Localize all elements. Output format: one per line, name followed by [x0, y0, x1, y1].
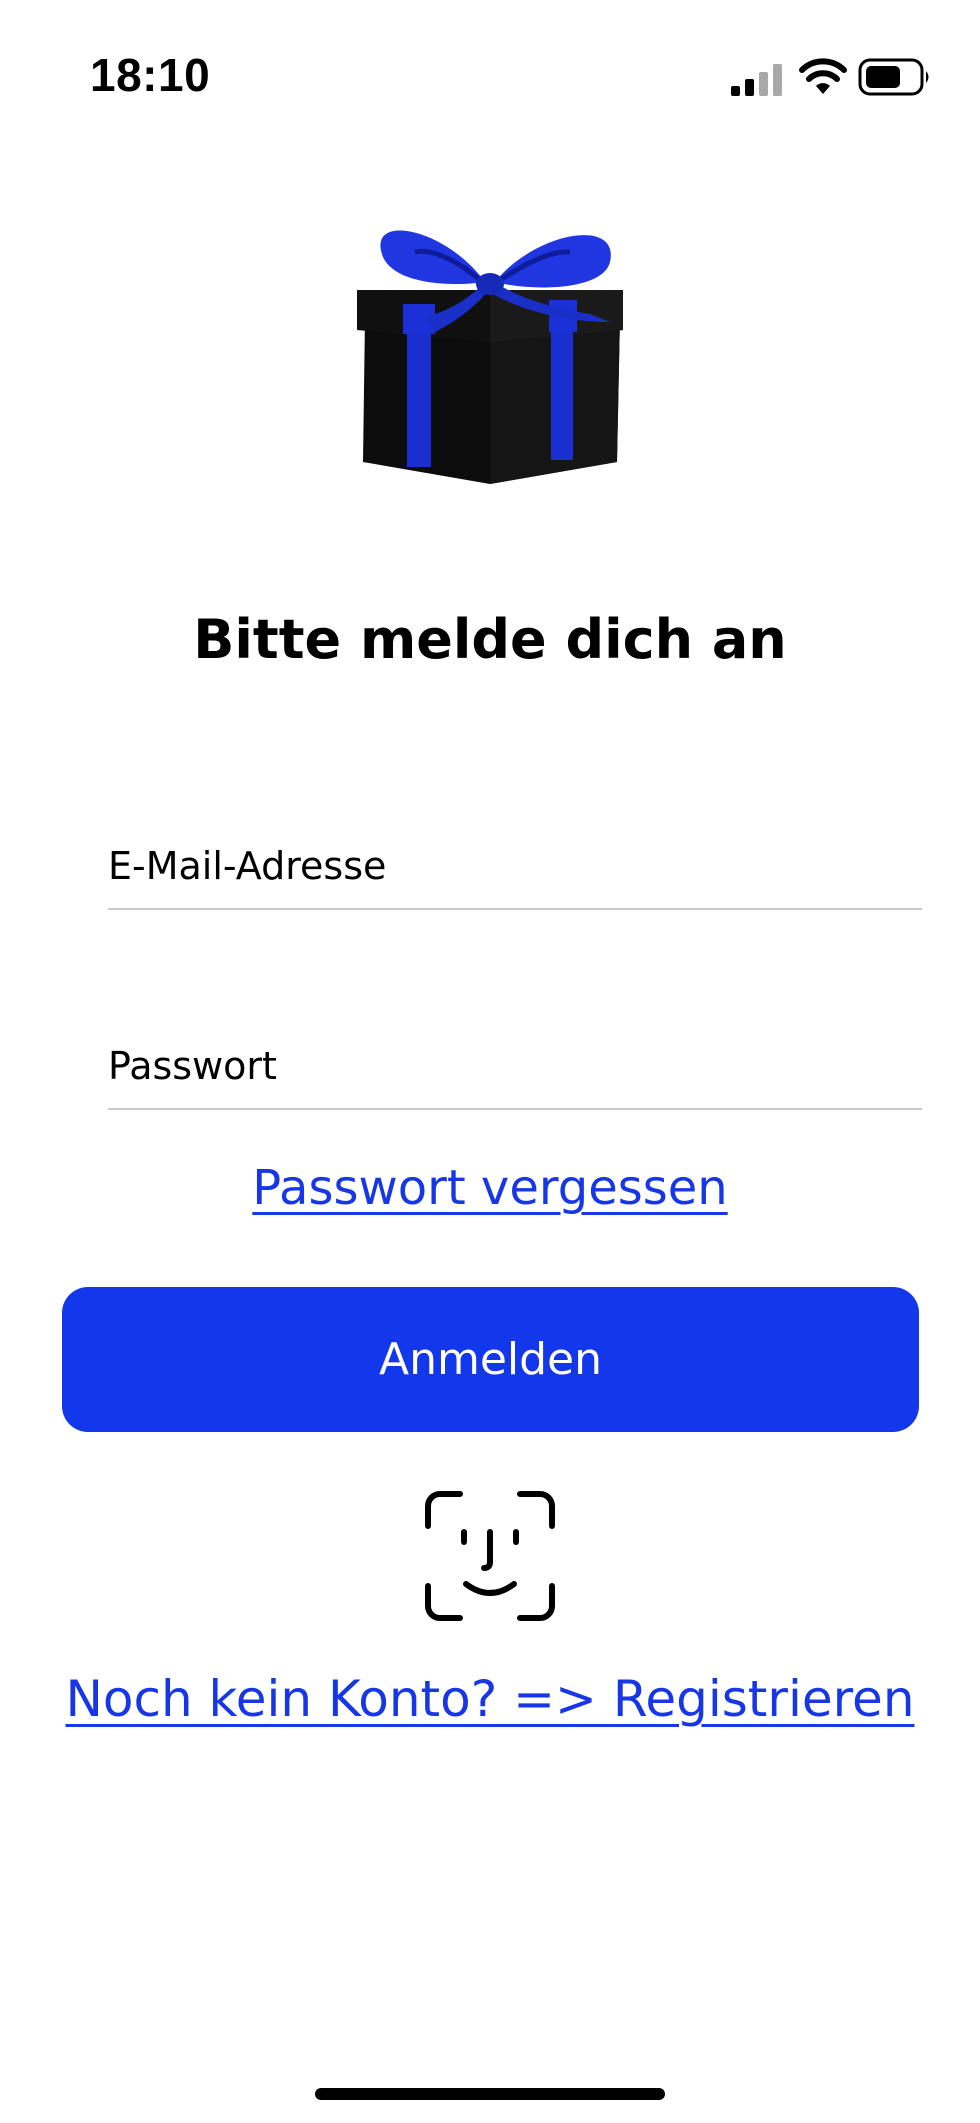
- password-field: [108, 1008, 922, 1110]
- email-field: [108, 808, 922, 910]
- status-bar: 18:10: [0, 0, 980, 150]
- email-input[interactable]: [108, 844, 922, 888]
- battery-icon: [858, 58, 929, 96]
- forgot-password-link[interactable]: Passwort vergessen: [0, 1160, 980, 1216]
- face-id-icon[interactable]: [424, 1490, 556, 1622]
- login-button[interactable]: Anmelden: [62, 1287, 919, 1432]
- page-title: Bitte melde dich an: [193, 608, 787, 671]
- gift-box-image: [357, 230, 623, 484]
- signal-icon: [731, 64, 782, 96]
- home-indicator[interactable]: [315, 2088, 665, 2100]
- register-link[interactable]: Noch kein Konto? => Registrieren: [0, 1670, 980, 1728]
- wifi-icon: [799, 58, 847, 94]
- status-time: 18:10: [90, 49, 211, 101]
- password-input[interactable]: [108, 1044, 922, 1088]
